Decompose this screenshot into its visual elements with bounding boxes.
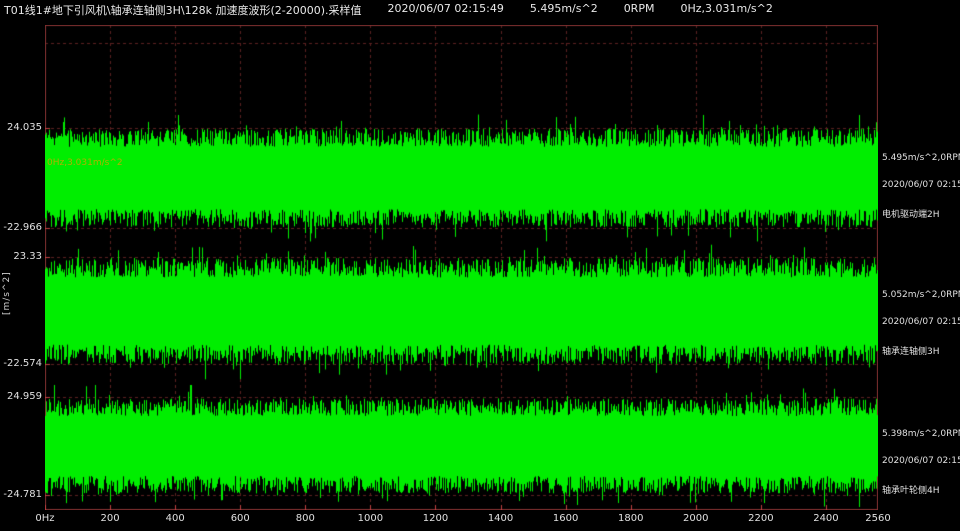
- x-tick-label: 1200: [423, 513, 448, 524]
- x-tick-label: 1400: [488, 513, 513, 524]
- x-tick-label: 200: [101, 513, 120, 524]
- y-tick-label: 24.959: [0, 391, 42, 402]
- cursor-value-label: 0Hz,3.031m/s^2: [47, 158, 123, 168]
- y-tick-label: 23.33: [0, 251, 42, 262]
- vibration-analyzer-window: T01线1#地下引风机\轴承连轴侧3H\128k 加速度波形(2-20000).…: [0, 0, 960, 531]
- channel-name-label: 轴承连轴侧3H: [882, 344, 940, 357]
- x-tick-label: 1000: [358, 513, 383, 524]
- x-tick-label: 1800: [618, 513, 643, 524]
- title-timestamp: 2020/06/07 02:15:49: [388, 2, 504, 18]
- title-cursor-readout: 0Hz,3.031m/s^2: [680, 2, 772, 18]
- channel-peak-label: 5.398m/s^2,0RPM: [882, 429, 960, 439]
- channel-timestamp-label: 2020/06/07 02:15:49: [882, 180, 960, 190]
- x-tick-label: 0Hz: [35, 513, 54, 524]
- x-tick-label: 2400: [813, 513, 838, 524]
- waveform-plot-canvas[interactable]: [45, 25, 878, 510]
- x-tick-label: 600: [231, 513, 250, 524]
- x-tick-label: 800: [296, 513, 315, 524]
- title-rpm: 0RPM: [624, 2, 655, 18]
- y-tick-label: -24.781: [0, 489, 42, 500]
- title-peak-value: 5.495m/s^2: [530, 2, 598, 18]
- x-tick-label: 400: [166, 513, 185, 524]
- title-bar: T01线1#地下引风机\轴承连轴侧3H\128k 加速度波形(2-20000).…: [4, 2, 773, 18]
- channel-peak-label: 5.052m/s^2,0RPM: [882, 290, 960, 300]
- title-path: T01线1#地下引风机\轴承连轴侧3H\128k 加速度波形(2-20000).…: [4, 2, 362, 18]
- y-tick-label: -22.966: [0, 222, 42, 233]
- channel-name-label: 电机驱动端2H: [882, 207, 940, 220]
- y-tick-label: -22.574: [0, 358, 42, 369]
- channel-peak-label: 5.495m/s^2,0RPM: [882, 153, 960, 163]
- x-tick-label: 2560: [865, 513, 890, 524]
- y-tick-label: 24.035: [0, 122, 42, 133]
- channel-name-label: 轴承叶轮侧4H: [882, 483, 940, 496]
- x-tick-label: 2000: [683, 513, 708, 524]
- x-tick-label: 1600: [553, 513, 578, 524]
- channel-timestamp-label: 2020/06/07 02:15:49: [882, 317, 960, 327]
- x-tick-label: 2200: [748, 513, 773, 524]
- channel-timestamp-label: 2020/06/07 02:15:49: [882, 456, 960, 466]
